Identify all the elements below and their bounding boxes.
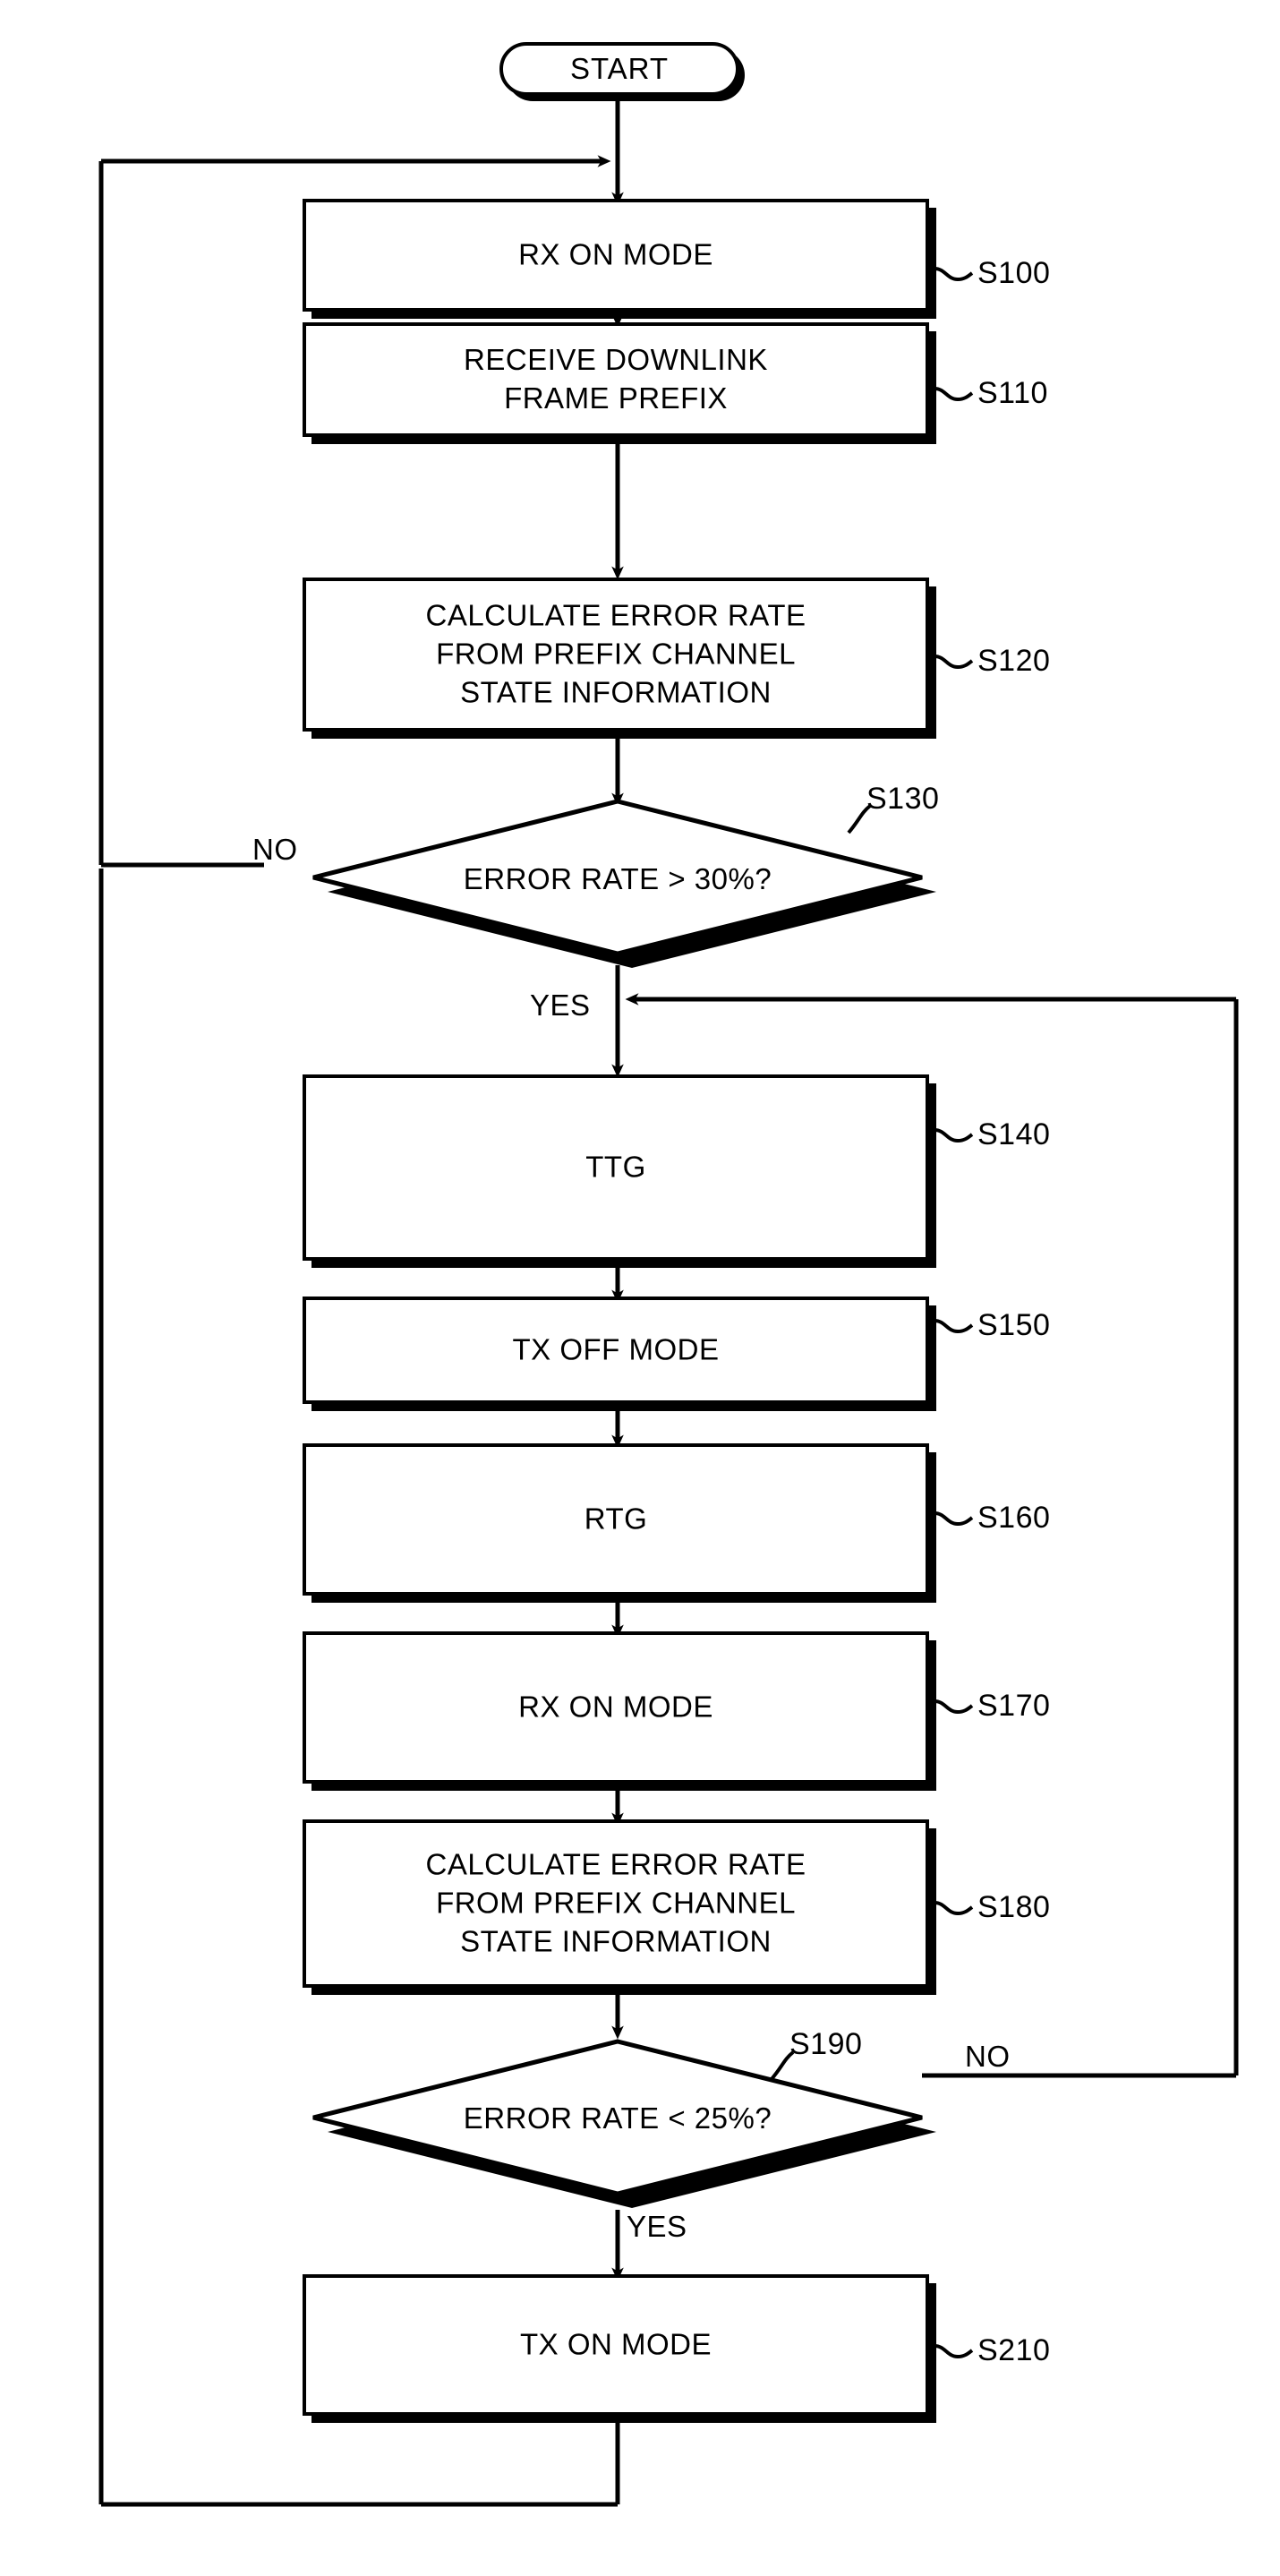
step-ref-s130: S130 — [866, 782, 940, 816]
leader-s210 — [934, 2344, 974, 2359]
step-ref-s190: S190 — [789, 2027, 863, 2061]
node-s150[interactable]: TX OFF MODE — [303, 1297, 929, 1404]
step-ref-s100: S100 — [977, 256, 1051, 290]
node-s140[interactable]: TTG — [303, 1074, 929, 1261]
leader-s160 — [934, 1511, 974, 1527]
node-s130-label: ERROR RATE > 30%? — [463, 862, 772, 895]
edge-label-s130-no: NO — [252, 833, 298, 866]
node-s180-label: CALCULATE ERROR RATE FROM PREFIX CHANNEL… — [425, 1847, 806, 1958]
node-start[interactable]: START — [499, 42, 739, 96]
leader-s180 — [934, 1901, 974, 1916]
node-s180[interactable]: CALCULATE ERROR RATE FROM PREFIX CHANNEL… — [303, 1819, 929, 1988]
edge-label-s190-no: NO — [965, 2040, 1011, 2073]
node-s210[interactable]: TX ON MODE — [303, 2274, 929, 2416]
edge-label-s130-yes: YES — [530, 988, 591, 1022]
node-s120[interactable]: CALCULATE ERROR RATE FROM PREFIX CHANNEL… — [303, 578, 929, 732]
leader-s150 — [934, 1319, 974, 1334]
node-s210-label: TX ON MODE — [519, 2327, 712, 2361]
node-start-label: START — [569, 52, 670, 85]
node-s110-label: RECEIVE DOWNLINK FRAME PREFIX — [464, 343, 768, 415]
node-s150-label: TX OFF MODE — [512, 1332, 720, 1366]
leader-s100 — [934, 267, 974, 282]
step-ref-s180: S180 — [977, 1890, 1051, 1924]
node-s100-label: RX ON MODE — [518, 237, 713, 271]
node-s160[interactable]: RTG — [303, 1443, 929, 1596]
node-s170-label: RX ON MODE — [518, 1690, 713, 1724]
step-ref-s170: S170 — [977, 1689, 1051, 1723]
leader-s170 — [934, 1699, 974, 1715]
edge-label-s190-yes: YES — [627, 2210, 687, 2243]
node-s120-label: CALCULATE ERROR RATE FROM PREFIX CHANNEL… — [425, 598, 806, 709]
node-s110[interactable]: RECEIVE DOWNLINK FRAME PREFIX — [303, 322, 929, 437]
node-s170[interactable]: RX ON MODE — [303, 1631, 929, 1784]
node-s160-label: RTG — [584, 1502, 648, 1536]
leader-s110 — [934, 387, 974, 402]
flowchart-canvas: START RX ON MODE RECEIVE DOWNLINK FRAME … — [0, 0, 1280, 2576]
step-ref-s110: S110 — [977, 376, 1048, 410]
step-ref-s120: S120 — [977, 644, 1051, 678]
node-s100[interactable]: RX ON MODE — [303, 199, 929, 312]
node-s190-label: ERROR RATE < 25%? — [463, 2101, 772, 2135]
step-ref-s160: S160 — [977, 1501, 1051, 1535]
step-ref-s150: S150 — [977, 1308, 1051, 1342]
leader-s120 — [934, 655, 974, 670]
node-s140-label: TTG — [585, 1150, 646, 1184]
step-ref-s210: S210 — [977, 2333, 1051, 2367]
leader-s140 — [934, 1128, 974, 1143]
step-ref-s140: S140 — [977, 1117, 1051, 1151]
